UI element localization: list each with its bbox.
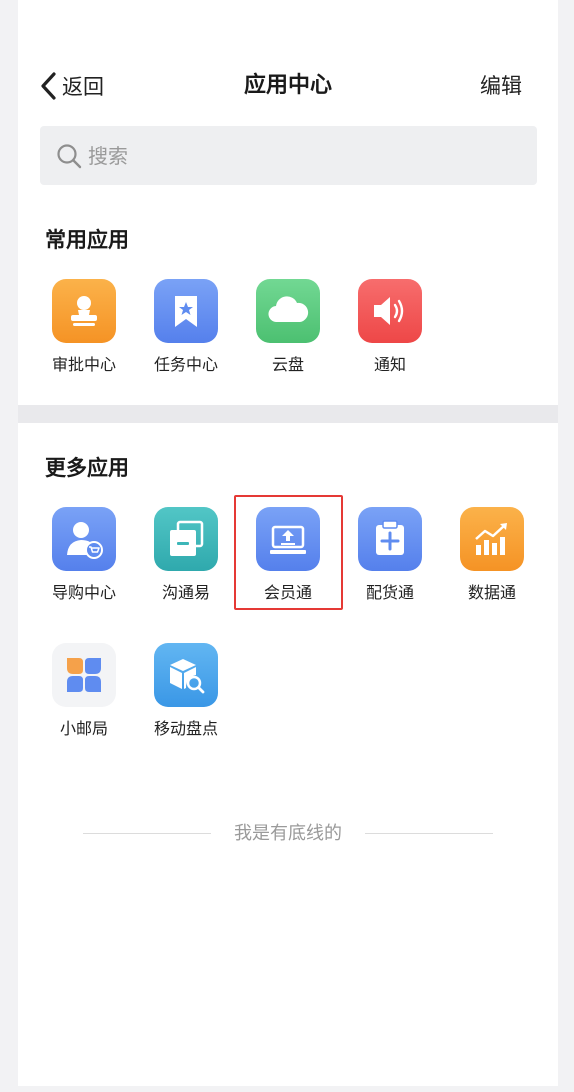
section-title-more: 更多应用 bbox=[45, 456, 129, 480]
speaker-icon bbox=[374, 297, 404, 325]
app-label: 沟通易 bbox=[161, 583, 210, 602]
search-icon bbox=[57, 143, 82, 168]
app-label: 通知 bbox=[373, 355, 406, 374]
page-title: 应用中心 bbox=[243, 73, 332, 98]
app-task-center[interactable]: 任务中心 bbox=[143, 279, 229, 375]
app-label: 导购中心 bbox=[51, 583, 116, 602]
app-icon-tile bbox=[52, 643, 116, 707]
app-label: 配货通 bbox=[365, 583, 414, 602]
search-bar[interactable] bbox=[40, 126, 537, 185]
app-label: 任务中心 bbox=[153, 355, 218, 374]
app-distribution[interactable]: 配货通 bbox=[347, 507, 433, 603]
app-post-office[interactable]: 小邮局 bbox=[41, 643, 127, 739]
app-approval-center[interactable]: 审批中心 bbox=[41, 279, 127, 375]
app-icon-tile bbox=[52, 507, 116, 571]
app-icon-tile bbox=[154, 279, 218, 343]
app-data-pass[interactable]: 数据通 bbox=[449, 507, 535, 603]
app-cloud-disk[interactable]: 云盘 bbox=[245, 279, 331, 375]
section-divider bbox=[18, 405, 558, 423]
nav-bar: 返回 应用中心 编辑 bbox=[18, 56, 558, 116]
app-icon-tile bbox=[154, 507, 218, 571]
edit-button[interactable]: 编辑 bbox=[480, 70, 522, 102]
search-input[interactable] bbox=[88, 143, 508, 168]
app-icon-tile bbox=[256, 279, 320, 343]
bar-chart-trend-icon bbox=[475, 523, 507, 555]
app-label: 小邮局 bbox=[59, 719, 108, 738]
app-icon-tile bbox=[358, 279, 422, 343]
app-label: 云盘 bbox=[271, 355, 304, 374]
clipboard-plus-icon bbox=[376, 520, 404, 555]
app-label: 移动盘点 bbox=[153, 719, 218, 738]
bookmark-star-icon bbox=[175, 296, 197, 327]
app-center-page: 返回 应用中心 编辑 常用应用 审批中心 bbox=[18, 0, 558, 1086]
app-label: 审批中心 bbox=[51, 355, 116, 374]
app-icon-tile bbox=[358, 507, 422, 571]
box-search-icon bbox=[170, 659, 205, 694]
app-icon-tile bbox=[52, 279, 116, 343]
stamp-icon bbox=[71, 296, 97, 326]
user-cart-icon bbox=[67, 522, 103, 559]
app-icon-tile bbox=[154, 643, 218, 707]
app-communication[interactable]: 沟通易 bbox=[143, 507, 229, 603]
footer-text: 我是有底线的 bbox=[234, 823, 342, 844]
four-petals-icon bbox=[67, 658, 101, 692]
stacked-windows-icon bbox=[170, 520, 204, 556]
list-end-footer: 我是有底线的 bbox=[18, 820, 558, 848]
app-notification[interactable]: 通知 bbox=[347, 279, 433, 375]
app-icon-tile bbox=[460, 507, 524, 571]
cloud-icon bbox=[268, 296, 309, 323]
app-shopping-guide[interactable]: 导购中心 bbox=[41, 507, 127, 603]
app-mobile-inventory[interactable]: 移动盘点 bbox=[143, 643, 229, 739]
app-label: 数据通 bbox=[467, 583, 516, 602]
highlight-box bbox=[234, 495, 343, 610]
section-title-common: 常用应用 bbox=[45, 228, 129, 252]
